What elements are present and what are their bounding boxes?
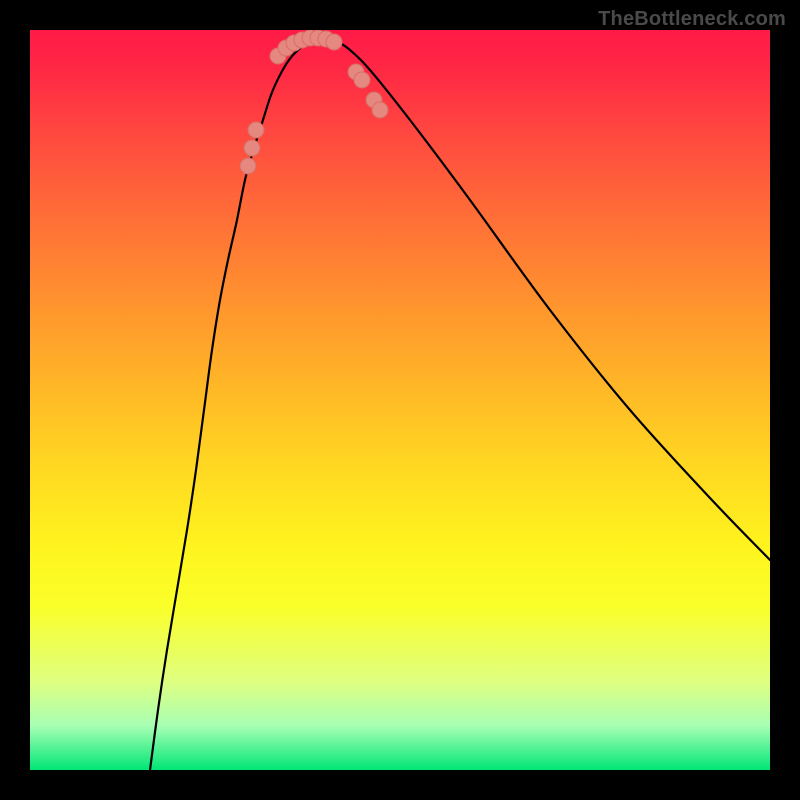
highlight-markers-group [240, 30, 388, 174]
highlight-marker [326, 34, 342, 50]
highlight-marker [354, 72, 370, 88]
highlight-marker [240, 158, 256, 174]
chart-stage: TheBottleneck.com [0, 0, 800, 800]
highlight-marker [372, 102, 388, 118]
chart-plot-area [30, 30, 770, 770]
chart-svg [30, 30, 770, 770]
watermark-text: TheBottleneck.com [598, 8, 786, 31]
highlight-marker [248, 122, 264, 138]
bottleneck-curve [150, 39, 770, 770]
highlight-marker [244, 140, 260, 156]
